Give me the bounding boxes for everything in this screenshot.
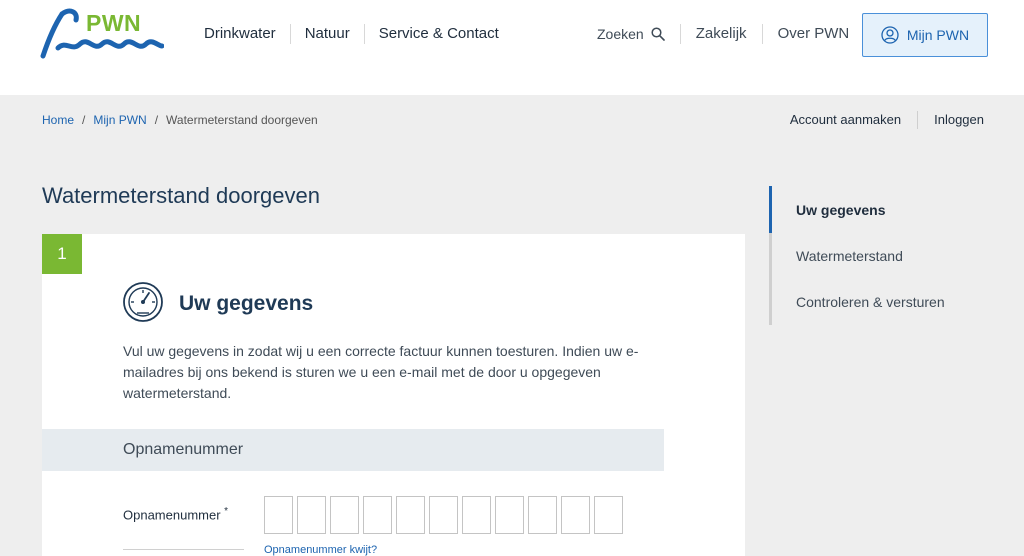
step-watermeterstand[interactable]: Watermeterstand [796,248,903,264]
step-controleren-versturen[interactable]: Controleren & versturen [796,294,945,310]
mijn-pwn-button[interactable]: Mijn PWN [862,13,988,57]
breadcrumb-home[interactable]: Home [42,113,74,127]
digit-field[interactable] [396,496,425,534]
pwn-logo[interactable]: PWN [40,6,165,60]
digit-field[interactable] [429,496,458,534]
logo-text: PWN [86,10,142,36]
field-label-text: Opnamenummer [123,507,221,523]
section-title: Uw gegevens [179,292,314,315]
breadcrumb-separator: / [154,113,159,127]
page-title: Watermeterstand doorgeven [42,183,320,208]
label-divider [123,549,244,550]
digit-field[interactable] [462,496,491,534]
main-nav: Drinkwater Natuur Service & Contact [190,24,513,44]
digit-field[interactable] [363,496,392,534]
intro-text: Vul uw gegevens in zodat wij u een corre… [123,343,639,401]
login-link[interactable]: Inloggen [918,111,984,129]
lost-opnamenummer-link[interactable]: Opnamenummer kwijt? [264,544,377,556]
form-card: 1 Uw gegevens Vul uw gegevens in zodat w… [42,234,745,556]
site-header: PWN Drinkwater Natuur Service & Contact … [0,0,1024,95]
nav-over-pwn[interactable]: Over PWN [763,24,865,44]
digit-field[interactable] [594,496,623,534]
nav-drinkwater[interactable]: Drinkwater [190,24,291,44]
subsection-header: Opnamenummer [42,429,664,471]
nav-zakelijk[interactable]: Zakelijk [681,24,763,44]
secondary-nav: Zoeken Zakelijk Over PWN [582,24,864,44]
mijn-pwn-label: Mijn PWN [906,27,970,43]
user-icon [881,26,899,44]
search-icon [651,27,665,41]
digit-field[interactable] [561,496,590,534]
required-mark: * [224,506,229,517]
digit-field[interactable] [264,496,293,534]
step-uw-gegevens[interactable]: Uw gegevens [796,202,885,218]
breadcrumb: Home / Mijn PWN / Watermeterstand doorge… [42,113,318,127]
step-progress-active [769,186,772,233]
create-account-link[interactable]: Account aanmaken [774,111,919,129]
digit-field[interactable] [495,496,524,534]
breadcrumb-separator: / [82,113,86,127]
nav-natuur[interactable]: Natuur [291,24,365,44]
step-badge: 1 [42,234,82,274]
search-button[interactable]: Zoeken [582,24,681,44]
account-links: Account aanmaken Inloggen [774,111,984,129]
nav-service-contact[interactable]: Service & Contact [365,24,513,44]
breadcrumb-mijn-pwn[interactable]: Mijn PWN [93,113,146,127]
digit-field[interactable] [528,496,557,534]
water-meter-icon [123,282,163,322]
search-label: Zoeken [597,26,644,42]
digit-field[interactable] [330,496,359,534]
digit-field[interactable] [297,496,326,534]
opnamenummer-label: Opnamenummer * [123,506,228,522]
subsection-title: Opnamenummer [123,441,244,458]
opnamenummer-input [264,496,623,534]
breadcrumb-current: Watermeterstand doorgeven [166,113,318,127]
